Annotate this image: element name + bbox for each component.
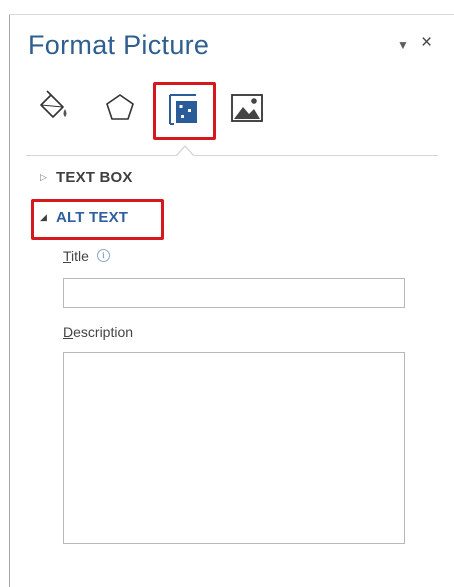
close-icon[interactable]: × [421,32,432,54]
description-label-accelerator: D [63,324,74,340]
format-picture-pane: Format Picture ▼ × ▷ TEXT BOX ◢ ALT TEXT… [0,0,454,587]
section-alt-text-label: ALT TEXT [56,209,129,226]
alt-text-title-input[interactable] [63,278,405,308]
title-label-accelerator: T [63,248,72,264]
section-alt-text[interactable]: ◢ ALT TEXT [40,209,128,226]
tab-picture[interactable] [229,90,265,126]
size-properties-icon [169,94,197,125]
title-label: Title i [63,248,110,264]
description-label: Description [63,324,133,340]
picture-icon [231,94,263,122]
section-text-box-label: TEXT BOX [56,169,133,186]
expand-caret-icon: ▷ [40,172,48,182]
pane-top-border [9,14,454,15]
title-label-text: itle [71,248,89,264]
tab-effects[interactable] [102,90,138,126]
collapse-caret-icon: ◢ [40,212,48,222]
tabs-divider [26,155,438,156]
alt-text-description-input[interactable] [63,352,405,544]
info-icon: i [96,249,110,262]
paint-bucket-icon [40,90,67,118]
task-pane-options-icon[interactable]: ▼ [397,38,409,52]
tab-size-properties[interactable] [166,92,202,128]
pentagon-icon [106,94,134,120]
section-text-box[interactable]: ▷ TEXT BOX [40,169,133,186]
pane-left-border [9,14,10,587]
description-label-text: escription [73,324,134,340]
active-tab-pointer-fill [177,147,193,156]
pane-title: Format Picture [28,30,210,60]
tab-fill-line[interactable] [36,90,72,126]
